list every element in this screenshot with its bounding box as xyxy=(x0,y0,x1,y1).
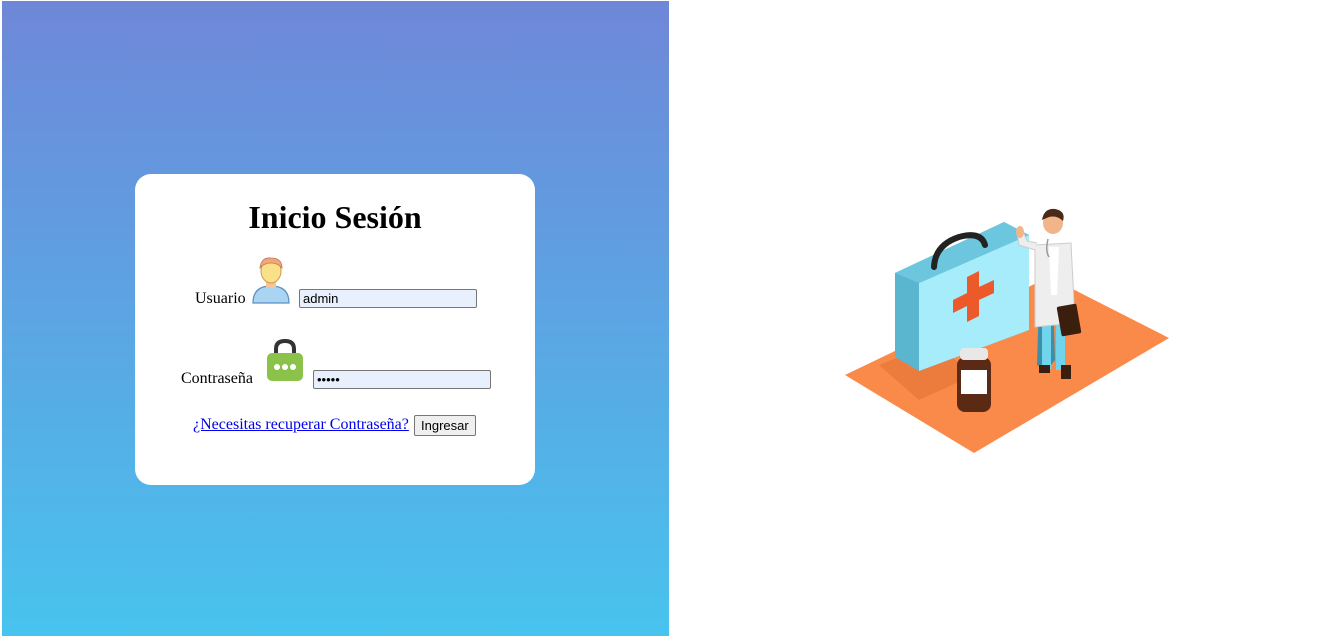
login-card: Inicio Sesión Usuario Contraseña xyxy=(135,174,535,485)
illustration-panel xyxy=(669,0,1339,636)
login-background-panel: Inicio Sesión Usuario Contraseña xyxy=(2,1,669,636)
password-input[interactable] xyxy=(313,370,491,389)
medical-illustration xyxy=(845,208,1169,453)
padlock-icon xyxy=(266,337,304,388)
username-label: Usuario xyxy=(195,290,246,307)
user-avatar-icon xyxy=(250,254,292,309)
recover-password-link[interactable]: ¿Necesitas recuperar Contraseña? xyxy=(193,416,409,434)
username-input[interactable] xyxy=(299,289,477,308)
password-label: Contraseña xyxy=(181,370,253,387)
login-title: Inicio Sesión xyxy=(248,199,422,235)
login-submit-button[interactable]: Ingresar xyxy=(414,415,476,436)
